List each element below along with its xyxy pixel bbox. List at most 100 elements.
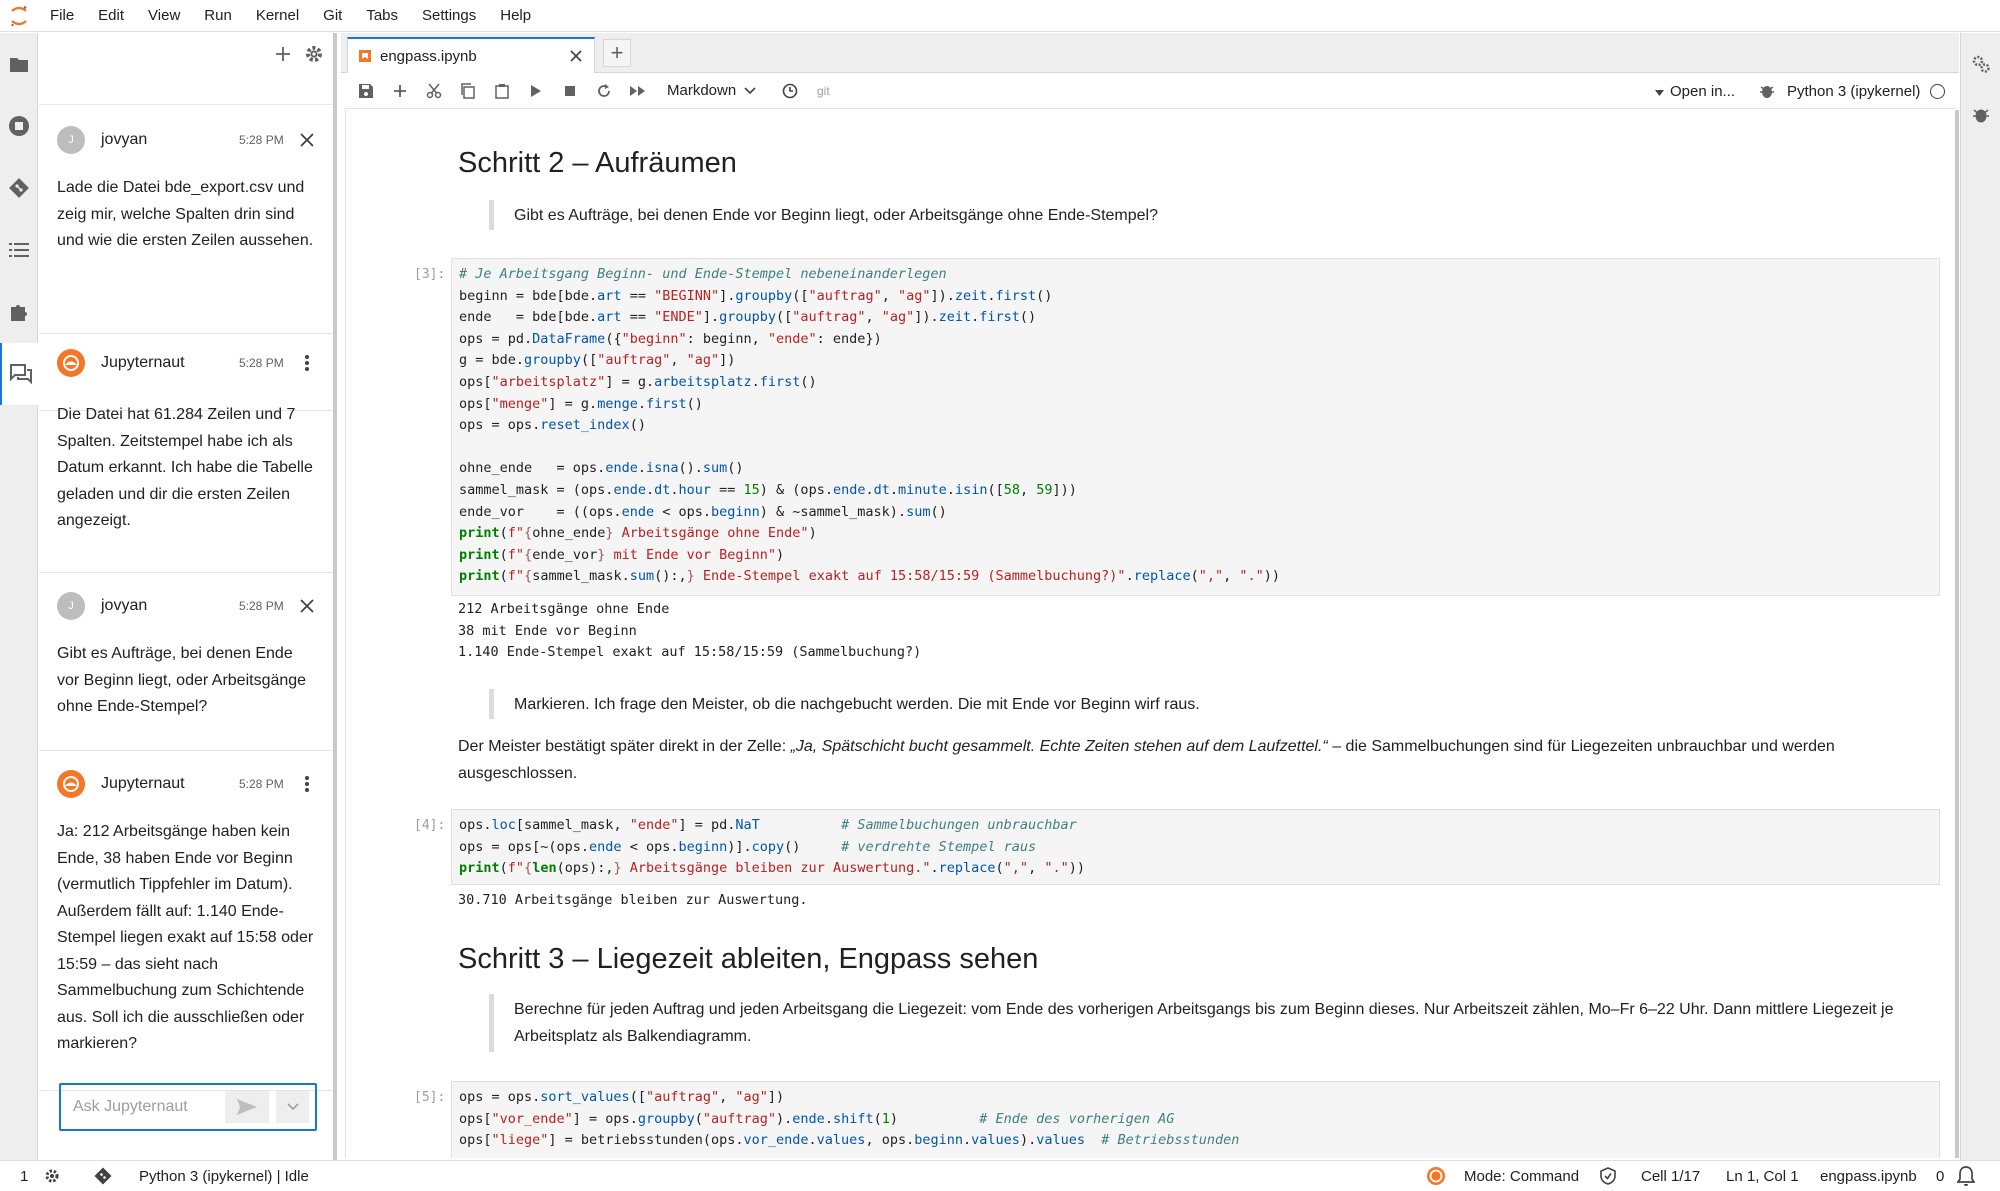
chat-input[interactable] xyxy=(73,1095,223,1119)
chat-input-box xyxy=(59,1083,317,1131)
fast-forward-icon[interactable] xyxy=(621,76,655,106)
file-name: engpass.ipynb xyxy=(1820,1167,1917,1185)
terminal-count[interactable]: 1 xyxy=(20,1161,28,1191)
menu-help[interactable]: Help xyxy=(488,7,543,24)
tab-label: engpass.ipynb xyxy=(380,47,477,65)
message-author: Jupyternaut xyxy=(101,354,185,371)
chat-message: Jupyternaut 5:28 PM Die Datei hat 61.284… xyxy=(39,333,333,573)
copy-icon[interactable] xyxy=(451,76,485,106)
chat-toolbar xyxy=(39,33,333,105)
menu-edit[interactable]: Edit xyxy=(86,7,136,24)
menu-git[interactable]: Git xyxy=(311,7,354,24)
message-time: 5:28 PM xyxy=(239,599,284,613)
open-in-label: Open in... xyxy=(1670,82,1736,100)
send-options-chevron-down-icon[interactable] xyxy=(275,1091,309,1123)
menu-settings[interactable]: Settings xyxy=(410,7,488,24)
output-line: 38 mit Ende vor Beginn xyxy=(458,622,637,639)
debugger-bug-icon[interactable] xyxy=(1961,95,2000,135)
output-line: 212 Arbeitsgänge ohne Ende xyxy=(458,601,670,617)
folder-icon[interactable] xyxy=(0,33,38,95)
insert-cell-plus-icon[interactable] xyxy=(383,76,417,106)
menu-tabs[interactable]: Tabs xyxy=(354,7,410,24)
git-branch-icon[interactable] xyxy=(94,1161,112,1191)
blockquote: Berechne für jeden Auftrag und jeden Arb… xyxy=(489,994,1919,1052)
message-more-options-icon[interactable] xyxy=(295,351,319,375)
kernel-status[interactable]: Python 3 (ipykernel) | Idle xyxy=(139,1161,309,1191)
delete-message-close-icon[interactable] xyxy=(295,594,319,618)
blockquote: Gibt es Aufträge, bei denen Ende vor Beg… xyxy=(489,200,1158,230)
message-body: Lade die Datei bde_export.csv und zeig m… xyxy=(57,179,314,249)
message-author: Jupyternaut xyxy=(101,775,185,792)
git-icon[interactable] xyxy=(0,157,38,219)
right-activity-bar xyxy=(1960,33,2000,1160)
jupyternaut-status-icon[interactable] xyxy=(1426,1161,1446,1191)
notebook-area: Schritt 2 – Aufräumen Gibt es Aufträge, … xyxy=(345,110,1955,1158)
restart-icon[interactable] xyxy=(587,76,621,106)
cell-prompt: [4]: xyxy=(414,818,446,833)
message-body: Die Datei hat 61.284 Zeilen und 7 Spalte… xyxy=(57,406,313,529)
delete-message-close-icon[interactable] xyxy=(295,128,319,152)
menu-kernel[interactable]: Kernel xyxy=(244,7,311,24)
menu-run[interactable]: Run xyxy=(192,7,244,24)
message-time: 5:28 PM xyxy=(239,356,284,370)
cell-prompt: [3]: xyxy=(414,267,446,282)
cut-icon[interactable] xyxy=(417,76,451,106)
menu-file[interactable]: File xyxy=(38,7,86,24)
blockquote: Markieren. Ich frage den Meister, ob die… xyxy=(489,689,1200,719)
cell-indicator: Cell 1/17 xyxy=(1641,1167,1701,1185)
chevron-down-icon xyxy=(744,82,756,99)
git-label: git xyxy=(817,83,830,98)
property-inspector-gears-icon[interactable] xyxy=(1961,33,2000,95)
kernel-name[interactable]: Python 3 (ipykernel) xyxy=(1787,73,1920,109)
extension-icon[interactable] xyxy=(0,281,38,343)
cell-type-label: Markdown xyxy=(667,82,737,99)
kernel-status-circle-icon xyxy=(1930,84,1945,99)
para-quote: „Ja, Spätschicht bucht gesammelt. Echte … xyxy=(790,738,1328,755)
stop-icon[interactable] xyxy=(553,76,587,106)
running-icon[interactable] xyxy=(0,95,38,157)
chat-panel: J jovyan 5:28 PM Lade die Datei bde_expo… xyxy=(39,33,337,1160)
cell-type-select[interactable]: Markdown xyxy=(667,82,767,99)
cursor-position[interactable]: Ln 1, Col 1 xyxy=(1726,1161,1799,1191)
close-tab-close-icon[interactable] xyxy=(564,44,588,68)
debugger-bug-icon[interactable] xyxy=(1757,81,1777,101)
new-chat-plus-icon[interactable] xyxy=(270,41,296,67)
output-line: 1.140 Ende-Stempel exakt auf 15:58/15:59… xyxy=(458,644,922,661)
open-in-button[interactable]: Open in... xyxy=(1655,73,1735,109)
run-icon[interactable] xyxy=(519,76,553,106)
cell-prompt: [5]: xyxy=(414,1090,446,1105)
avatar: J xyxy=(57,126,85,154)
new-tab-plus-icon[interactable]: + xyxy=(603,39,631,67)
send-icon[interactable] xyxy=(225,1091,269,1123)
message-time: 5:28 PM xyxy=(239,777,284,791)
menu-view[interactable]: View xyxy=(136,7,192,24)
notebook-scrollbar[interactable] xyxy=(1955,110,1959,1158)
table-of-contents-icon[interactable] xyxy=(0,219,38,281)
code-cell[interactable]: # Je Arbeitsgang Beginn- und Ende-Stempe… xyxy=(451,258,1940,596)
left-activity-bar xyxy=(0,33,39,1160)
message-author: jovyan xyxy=(101,597,148,614)
chat-icon[interactable] xyxy=(0,343,39,405)
kernel-gear-icon[interactable] xyxy=(44,1161,60,1191)
code-cell[interactable]: ops = ops.sort_values(["auftrag", "ag"])… xyxy=(451,1081,1940,1158)
jupyternaut-avatar-icon xyxy=(57,770,85,798)
menu-bar: File Edit View Run Kernel Git Tabs Setti… xyxy=(0,0,2000,32)
cell-output: 212 Arbeitsgänge ohne Ende 38 mit Ende vo… xyxy=(458,599,921,664)
message-body: Ja: 212 Arbeitsgänge haben kein Ende, 38… xyxy=(57,823,314,1052)
code-cell[interactable]: ops.loc[sammel_mask, "ende"] = pd.NaT # … xyxy=(451,809,1940,885)
clock-icon[interactable] xyxy=(773,76,807,106)
save-icon[interactable] xyxy=(349,76,383,106)
jupyter-logo-icon xyxy=(0,0,38,32)
bell-icon[interactable] xyxy=(1957,1161,1975,1191)
message-more-options-icon[interactable] xyxy=(295,772,319,796)
notification-count[interactable]: 0 xyxy=(1936,1161,1944,1191)
heading-schritt-3: Schritt 3 – Liegezeit ableiten, Engpass … xyxy=(458,943,1039,975)
heading-schritt-2: Schritt 2 – Aufräumen xyxy=(458,147,737,179)
trusted-shield-icon[interactable] xyxy=(1600,1161,1616,1191)
tab-notebook[interactable]: engpass.ipynb xyxy=(347,37,595,73)
chat-settings-gear-icon[interactable] xyxy=(301,41,327,67)
cell-output: 30.710 Arbeitsgänge bleiben zur Auswertu… xyxy=(458,892,808,908)
notebook-mode: Mode: Command xyxy=(1464,1167,1580,1185)
tab-bar: engpass.ipynb + xyxy=(341,33,1959,73)
paste-icon[interactable] xyxy=(485,76,519,106)
